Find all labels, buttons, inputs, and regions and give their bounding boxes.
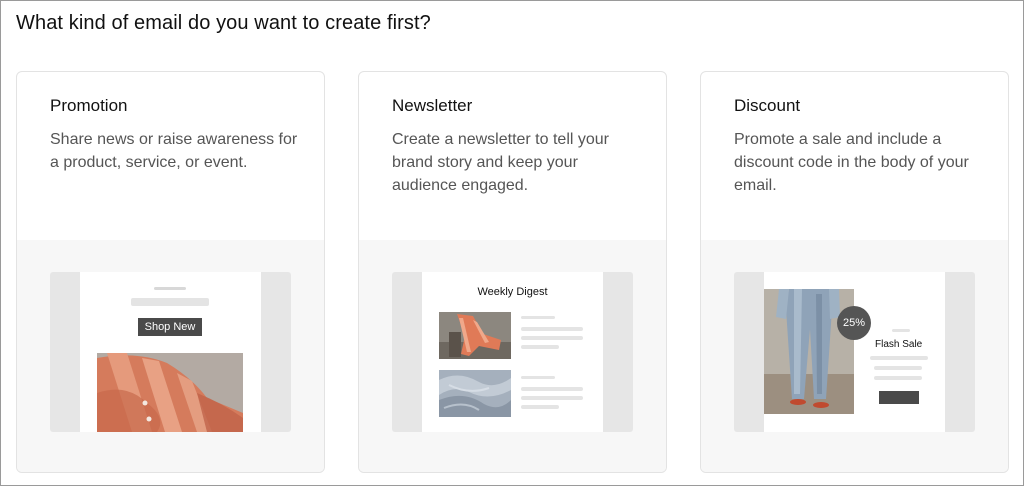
card-promotion[interactable]: Promotion Share news or raise awareness … bbox=[16, 71, 325, 473]
email-mockup-body: Weekly Digest bbox=[422, 272, 603, 432]
email-mockup-body: Shop New bbox=[80, 272, 261, 432]
product-image bbox=[97, 353, 243, 432]
placeholder-line bbox=[521, 316, 555, 319]
card-preview: Shop New bbox=[17, 240, 324, 472]
card-title: Promotion bbox=[50, 96, 128, 115]
discount-badge: 25% bbox=[837, 306, 871, 340]
card-discount[interactable]: Discount Promote a sale and include a di… bbox=[700, 71, 1009, 473]
placeholder-line bbox=[131, 298, 209, 306]
flash-sale-title: Flash Sale bbox=[875, 339, 923, 350]
card-description: Promote a sale and include a discount co… bbox=[734, 131, 969, 194]
placeholder-line bbox=[521, 376, 555, 379]
weekly-digest-title: Weekly Digest bbox=[477, 286, 548, 298]
email-mockup: Weekly Digest bbox=[392, 272, 633, 432]
placeholder-line bbox=[154, 287, 186, 290]
email-mockup: 25% Flash Sale bbox=[734, 272, 975, 432]
placeholder-line bbox=[521, 405, 559, 409]
card-newsletter[interactable]: Newsletter Create a newsletter to tell y… bbox=[358, 71, 667, 473]
placeholder-line bbox=[521, 387, 583, 391]
card-description: Create a newsletter to tell your brand s… bbox=[392, 131, 609, 194]
placeholder-line bbox=[874, 376, 922, 380]
card-preview: Weekly Digest bbox=[359, 240, 666, 472]
placeholder-line bbox=[521, 396, 583, 400]
card-title: Newsletter bbox=[392, 96, 473, 115]
sale-button-preview bbox=[879, 391, 919, 404]
sale-product-image bbox=[764, 289, 854, 414]
card-preview: 25% Flash Sale bbox=[701, 240, 1008, 472]
email-mockup: Shop New bbox=[50, 272, 291, 432]
placeholder-line bbox=[892, 329, 910, 332]
email-type-picker: What kind of email do you want to create… bbox=[0, 0, 1024, 486]
card-title: Discount bbox=[734, 96, 801, 115]
article-image bbox=[439, 370, 511, 417]
shop-new-button-preview: Shop New bbox=[138, 318, 202, 336]
card-description: Share news or raise awareness for a prod… bbox=[50, 131, 298, 171]
placeholder-line bbox=[521, 336, 583, 340]
placeholder-line bbox=[870, 356, 928, 360]
email-mockup-body: 25% Flash Sale bbox=[764, 272, 945, 432]
placeholder-line bbox=[521, 345, 559, 349]
placeholder-line bbox=[874, 366, 922, 370]
page-title: What kind of email do you want to create… bbox=[16, 12, 431, 34]
article-image bbox=[439, 312, 511, 359]
placeholder-line bbox=[521, 327, 583, 331]
